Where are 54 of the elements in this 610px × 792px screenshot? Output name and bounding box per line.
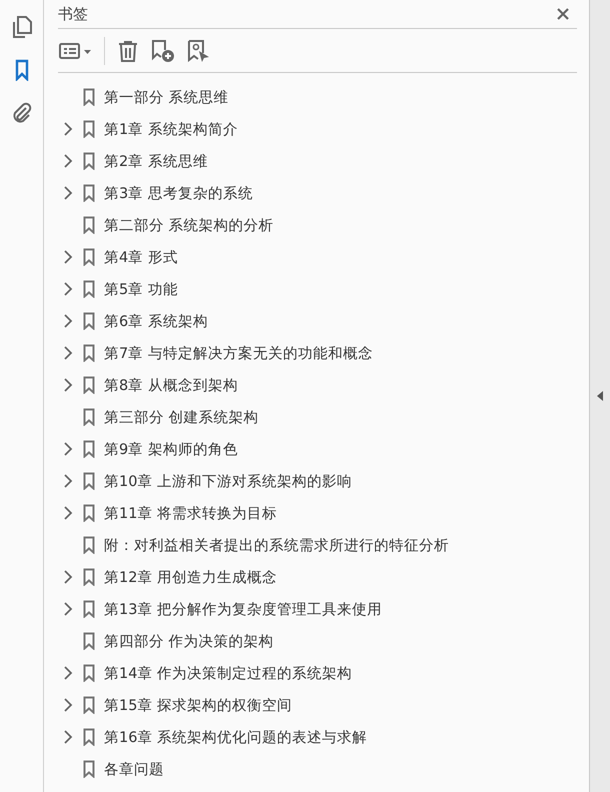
close-icon[interactable] — [557, 8, 569, 20]
bookmark-icon — [83, 728, 95, 746]
bookmark-item[interactable]: 第二部分 系统架构的分析 — [58, 209, 577, 241]
bookmark-item[interactable]: 第3章 思考复杂的系统 — [58, 177, 577, 209]
bookmark-item[interactable]: 第9章 架构师的角色 — [58, 433, 577, 465]
bookmark-item[interactable]: 第12章 用创造力生成概念 — [58, 561, 577, 593]
bookmark-icon — [83, 472, 95, 490]
bookmark-item[interactable]: 第8章 从概念到架构 — [58, 369, 577, 401]
bookmark-item[interactable]: 第四部分 作为决策的架构 — [58, 625, 577, 657]
bookmark-icon — [83, 312, 95, 330]
bookmark-icon — [83, 664, 95, 682]
bookmark-item[interactable]: 第16章 系统架构优化问题的表述与求解 — [58, 721, 577, 753]
collapse-arrow-icon[interactable] — [597, 391, 603, 401]
bookmark-pointer-icon[interactable] — [187, 38, 211, 62]
bookmark-icon — [83, 568, 95, 586]
bookmark-item[interactable]: 第6章 系统架构 — [58, 305, 577, 337]
bookmark-icon — [83, 152, 95, 170]
bookmark-icon — [83, 504, 95, 522]
bookmark-icon — [83, 440, 95, 458]
bookmark-item[interactable]: 第13章 把分解作为复杂度管理工具来使用 — [58, 593, 577, 625]
bookmark-item[interactable]: 第4章 形式 — [58, 241, 577, 273]
bookmark-icon — [83, 376, 95, 394]
bookmark-icon[interactable] — [14, 59, 28, 81]
bookmark-icon — [83, 184, 95, 202]
options-icon[interactable] — [59, 42, 92, 60]
bookmark-icon — [83, 408, 95, 426]
bookmark-item[interactable]: 第5章 功能 — [58, 273, 577, 305]
pages-icon[interactable] — [12, 16, 32, 38]
bookmark-icon — [83, 760, 95, 778]
bookmark-item[interactable]: 第1章 系统架构简介 — [58, 113, 577, 145]
bookmark-icon — [83, 88, 95, 106]
bookmark-item[interactable]: 第11章 将需求转换为目标 — [58, 497, 577, 529]
bookmark-item[interactable]: 附：对利益相关者提出的系统需求所进行的特征分析 — [58, 529, 577, 561]
bookmark-icon — [83, 600, 95, 618]
bookmark-item[interactable]: 第一部分 系统思维 — [58, 81, 577, 113]
trash-icon[interactable] — [117, 40, 139, 62]
bookmark-item[interactable]: 第2章 系统思维 — [58, 145, 577, 177]
bookmark-item[interactable]: 第14章 作为决策制定过程的系统架构 — [58, 657, 577, 689]
bookmark-item[interactable]: 各章问题 — [58, 753, 577, 785]
paperclip-icon[interactable] — [12, 102, 32, 124]
bookmark-icon — [83, 344, 95, 362]
bookmark-item[interactable]: 第7章 与特定解决方案无关的功能和概念 — [58, 337, 577, 369]
bookmark-icon — [83, 120, 95, 138]
bookmark-icon — [83, 280, 95, 298]
bookmark-icon — [83, 696, 95, 714]
bookmark-item[interactable]: 第15章 探求架构的权衡空间 — [58, 689, 577, 721]
bookmark-icon — [83, 536, 95, 554]
bookmark-item[interactable]: 第三部分 创建系统架构 — [58, 401, 577, 433]
bookmark-icon — [83, 248, 95, 266]
add-bookmark-icon[interactable] — [151, 38, 175, 62]
panel-title: 书签 — [58, 4, 88, 24]
bookmark-icon — [83, 216, 95, 234]
bookmark-icon — [83, 632, 95, 650]
bookmark-item[interactable]: 第10章 上游和下游对系统架构的影响 — [58, 465, 577, 497]
